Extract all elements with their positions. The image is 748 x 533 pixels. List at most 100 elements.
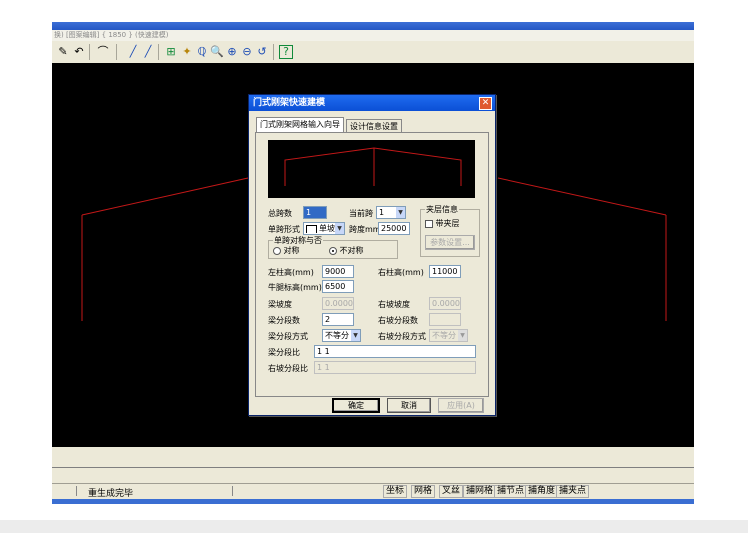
snap-to-grip-button[interactable]: 捕夹点 xyxy=(556,485,590,498)
chevron-down-icon: ▼ xyxy=(458,330,467,341)
preview-frame-line xyxy=(284,147,462,186)
mezzanine-option[interactable]: 带夹层 xyxy=(425,218,460,229)
status-divider xyxy=(76,486,77,496)
mezzanine-checkbox[interactable] xyxy=(425,219,433,228)
status-bar: 重生成完毕 坐标 网格 叉丝 捕网格 捕节点 捕角度 捕夹点 xyxy=(52,483,694,499)
corbel-input[interactable]: 6500 xyxy=(322,280,354,293)
right-col-label: 右柱高(mm) xyxy=(378,268,424,277)
cancel-button[interactable]: 取消 xyxy=(387,398,431,413)
right-ratio-input[interactable]: 1 1 xyxy=(314,361,476,374)
right-slope-input[interactable]: 0.0000 xyxy=(429,297,461,310)
undo-icon[interactable]: ↶ xyxy=(72,45,86,59)
span-form-select[interactable]: 单坡 ▼ xyxy=(303,222,345,235)
left-col-label: 左柱高(mm) xyxy=(268,268,314,277)
beam-segments-label: 梁分段数 xyxy=(268,316,300,325)
current-span-select[interactable]: 1 ▼ xyxy=(376,206,406,219)
ok-button[interactable]: 确定 xyxy=(332,398,380,413)
total-spans-input[interactable]: 1 xyxy=(303,206,327,219)
toolbar-divider xyxy=(89,44,90,60)
snap-to-angle-button[interactable]: 捕角度 xyxy=(525,485,559,498)
beam-segments-input[interactable]: 2 xyxy=(322,313,354,326)
polyline-icon[interactable]: ╱ xyxy=(141,45,155,59)
snap-grid-button[interactable]: 网格 xyxy=(411,485,436,498)
span-length-input[interactable]: 25000 xyxy=(378,222,410,235)
right-col-input[interactable]: 11000 xyxy=(429,265,461,278)
span-form-label: 单跨形式 xyxy=(268,225,300,234)
toolbar-divider xyxy=(273,44,274,60)
dialog-title: 门式刚架快速建模 xyxy=(253,98,326,108)
beam-ratio-label: 梁分段比 xyxy=(268,348,300,357)
span-length-label: 跨度mm xyxy=(349,225,381,234)
snap-icon[interactable]: ℚ xyxy=(195,45,209,59)
span-form-value: 单坡 xyxy=(319,224,335,233)
arc-icon[interactable]: ⌒ xyxy=(96,45,110,59)
zoom-icon[interactable]: 🔍 xyxy=(210,45,224,59)
right-ratio-label: 右坡分段比 xyxy=(268,364,308,373)
asymmetric-label: 不对称 xyxy=(339,246,364,255)
mezzanine-group-title: 夹层信息 xyxy=(425,204,459,215)
toolbar-divider xyxy=(158,44,159,60)
right-seg-method-value: 不等分 xyxy=(432,331,456,340)
toolbar: ✎ ↶ ⌒ ╱ ╱ ⊞ ✦ ℚ 🔍 ⊕ ⊖ ↺ ? xyxy=(52,41,694,64)
beam-seg-method-select[interactable]: 不等分 ▼ xyxy=(322,329,361,342)
close-icon[interactable]: ✕ xyxy=(479,97,492,110)
beam-seg-method-value: 不等分 xyxy=(325,331,349,340)
snap-crosshair-button[interactable]: 叉丝 xyxy=(439,485,464,498)
symmetry-group: 单跨对称与否 对称 不对称 xyxy=(268,235,398,259)
zoom-in-icon[interactable]: ⊕ xyxy=(225,45,239,59)
beam-ratio-input[interactable]: 1 1 xyxy=(314,345,476,358)
grid-icon[interactable]: ⊞ xyxy=(164,45,178,59)
corbel-label: 牛腿标高(mm) xyxy=(268,283,322,292)
right-seg-method-select[interactable]: 不等分 ▼ xyxy=(429,329,468,342)
symmetric-label: 对称 xyxy=(283,246,300,255)
line-icon[interactable]: ╱ xyxy=(126,45,140,59)
beam-slope-input[interactable]: 0.0000 xyxy=(322,297,354,310)
current-span-label: 当前跨 xyxy=(349,209,373,218)
screenshot: 换) [图案编辑] { 1850 } (快速建模) ✎ ↶ ⌒ ╱ ╱ ⊞ ✦ … xyxy=(0,0,748,533)
zoom-out-icon[interactable]: ⊖ xyxy=(240,45,254,59)
brush-icon[interactable]: ✎ xyxy=(56,45,70,59)
beam-slope-label: 梁坡度 xyxy=(268,300,292,309)
snap-coords-button[interactable]: 坐标 xyxy=(383,485,408,498)
snap-to-grid-button[interactable]: 捕网格 xyxy=(463,485,497,498)
portal-frame-dialog: 门式刚架快速建模 ✕ 门式刚架网格输入向导 设计信息设置 总跨数 1 当前跨 1… xyxy=(248,94,496,416)
frame-preview xyxy=(268,140,475,198)
right-seg-method-label: 右坡分段方式 xyxy=(378,332,426,341)
asymmetric-option[interactable]: 不对称 xyxy=(329,245,364,256)
node-icon[interactable]: ✦ xyxy=(180,45,194,59)
mezzanine-label: 带夹层 xyxy=(435,219,460,228)
tab-grid-wizard[interactable]: 门式刚架网格输入向导 xyxy=(256,117,344,133)
right-rafter-line xyxy=(497,177,667,216)
help-icon[interactable]: ? xyxy=(279,45,293,59)
dialog-title-bar[interactable]: 门式刚架快速建模 ✕ xyxy=(249,95,495,111)
menu-bar[interactable]: 换) [图案编辑] { 1850 } (快速建模) xyxy=(52,30,694,41)
mezzanine-group: 夹层信息 带夹层 参数设置... xyxy=(420,204,480,257)
toolbar-divider xyxy=(116,44,117,60)
menu-text: 换) [图案编辑] { 1850 } (快速建模) xyxy=(54,31,169,39)
left-col-input[interactable]: 9000 xyxy=(322,265,354,278)
param-settings-button[interactable]: 参数设置... xyxy=(425,235,475,250)
beam-seg-method-label: 梁分段方式 xyxy=(268,332,308,341)
chevron-down-icon: ▼ xyxy=(351,330,360,341)
snap-to-node-button[interactable]: 捕节点 xyxy=(494,485,528,498)
right-slope-label: 右坡坡度 xyxy=(378,300,410,309)
symmetric-radio[interactable] xyxy=(273,246,281,255)
symmetric-option[interactable]: 对称 xyxy=(273,245,300,256)
status-divider xyxy=(232,486,233,496)
page-bottom-band xyxy=(0,520,748,533)
app-title-bar xyxy=(52,22,694,30)
right-segments-label: 右坡分段数 xyxy=(378,316,418,325)
asymmetric-radio[interactable] xyxy=(329,246,337,255)
tab-design-settings[interactable]: 设计信息设置 xyxy=(346,119,402,133)
preview-drawing xyxy=(284,147,462,186)
status-message: 重生成完毕 xyxy=(88,489,134,499)
taskbar-strip xyxy=(52,499,694,504)
status-bar-top-line: 重生成完毕 坐标 网格 叉丝 捕网格 捕节点 捕角度 捕夹点 xyxy=(52,467,694,499)
total-spans-label: 总跨数 xyxy=(268,209,292,218)
gable-shape-icon xyxy=(306,224,317,233)
right-segments-input[interactable] xyxy=(429,313,461,326)
apply-button[interactable]: 应用(A) xyxy=(438,398,484,413)
chevron-down-icon: ▼ xyxy=(335,223,344,234)
left-rafter-line xyxy=(81,177,249,216)
zoom-prev-icon[interactable]: ↺ xyxy=(255,45,269,59)
